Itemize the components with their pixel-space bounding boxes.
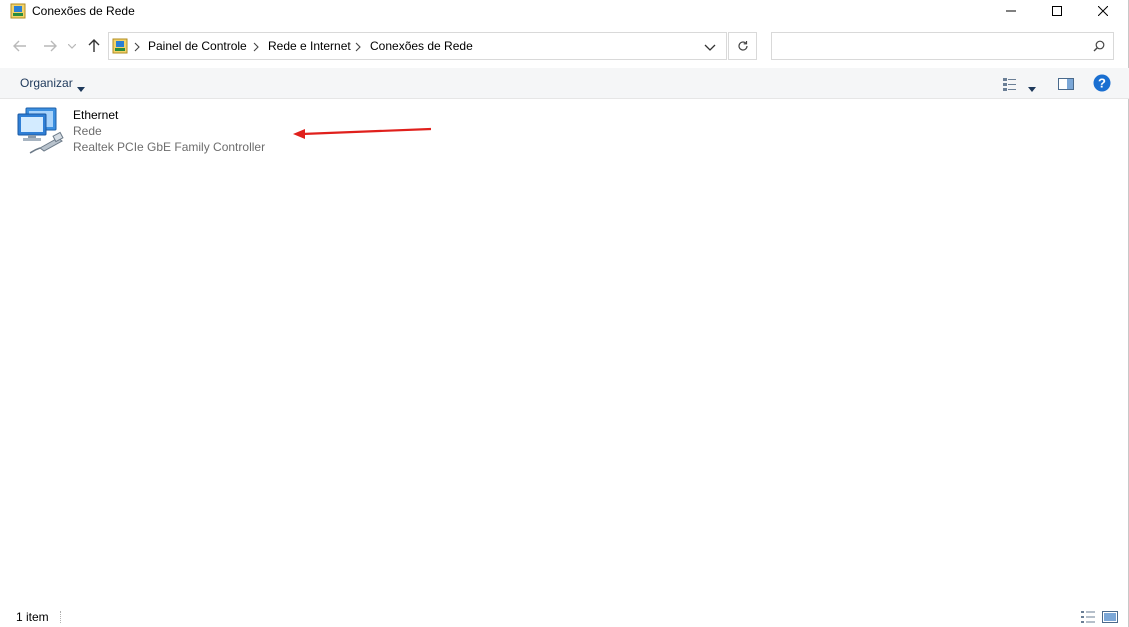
up-button[interactable] — [86, 38, 102, 54]
forward-button[interactable] — [42, 38, 58, 54]
forward-arrow-icon — [44, 40, 57, 52]
chevron-down-icon — [704, 44, 716, 51]
maximize-button[interactable] — [1034, 0, 1080, 22]
back-arrow-icon — [13, 40, 26, 52]
item-status: Rede — [73, 124, 102, 138]
list-item-ethernet[interactable]: Ethernet Rede Realtek PCIe GbE Family Co… — [16, 106, 276, 158]
control-panel-icon — [112, 38, 128, 54]
help-icon[interactable]: ? — [1093, 74, 1111, 92]
preview-pane-icon[interactable] — [1057, 76, 1075, 92]
address-history-button[interactable] — [704, 41, 718, 53]
minimize-button[interactable] — [988, 0, 1034, 22]
item-device: Realtek PCIe GbE Family Controller — [73, 140, 266, 154]
explorer-window: Conexões de Rede Painel de Controle Rede… — [0, 0, 1129, 627]
up-arrow-icon — [88, 39, 100, 52]
status-bar: 1 item — [0, 605, 1129, 627]
back-button[interactable] — [12, 38, 28, 54]
svg-text:?: ? — [1098, 76, 1106, 91]
address-bar[interactable]: Painel de Controle Rede e Internet Conex… — [108, 32, 727, 60]
refresh-icon — [737, 41, 748, 51]
change-view-icon[interactable] — [1002, 76, 1018, 92]
breadcrumb-separator-icon[interactable] — [133, 41, 141, 52]
breadcrumb-rede-e-internet[interactable]: Rede e Internet — [268, 39, 351, 53]
breadcrumb-separator-icon[interactable] — [354, 41, 362, 52]
item-name: Ethernet — [73, 108, 119, 122]
annotation-arrow-icon — [293, 127, 432, 139]
breadcrumb-conexoes-de-rede[interactable]: Conexões de Rede — [370, 39, 473, 53]
search-icon[interactable] — [1093, 40, 1105, 52]
chevron-down-icon[interactable] — [77, 81, 85, 92]
status-divider — [60, 611, 61, 623]
search-box[interactable] — [771, 32, 1114, 60]
close-button[interactable] — [1080, 0, 1126, 22]
refresh-button[interactable] — [728, 32, 757, 60]
large-icons-view-icon[interactable] — [1102, 610, 1118, 624]
recent-locations-button[interactable] — [66, 38, 78, 54]
network-adapter-icon — [16, 106, 66, 154]
chevron-down-icon — [68, 43, 76, 49]
organize-button[interactable]: Organizar — [20, 76, 73, 90]
title-bar: Conexões de Rede — [0, 0, 1129, 22]
details-view-icon[interactable] — [1080, 610, 1096, 624]
view-options-dropdown[interactable] — [1028, 81, 1036, 92]
breadcrumb-painel-de-controle[interactable]: Painel de Controle — [148, 39, 247, 53]
item-count: 1 item — [16, 610, 49, 624]
network-connections-icon — [10, 3, 26, 19]
breadcrumb-separator-icon[interactable] — [252, 41, 260, 52]
command-bar: Organizar ? — [0, 68, 1129, 99]
window-title: Conexões de Rede — [32, 4, 135, 18]
navigation-bar: Painel de Controle Rede e Internet Conex… — [0, 30, 1129, 62]
search-input[interactable] — [778, 37, 1078, 55]
file-list: Ethernet Rede Realtek PCIe GbE Family Co… — [0, 100, 1129, 603]
